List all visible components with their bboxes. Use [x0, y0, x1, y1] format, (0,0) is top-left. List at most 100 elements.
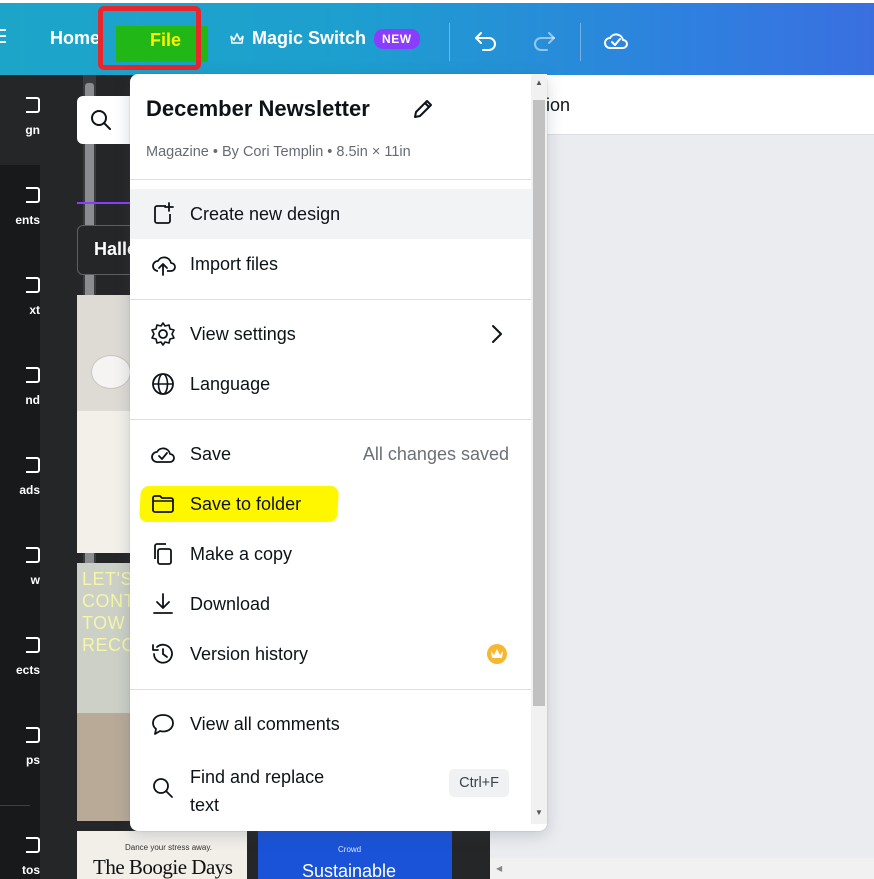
cloud-check-icon — [151, 447, 175, 463]
design-title[interactable]: December Newsletter — [146, 96, 370, 122]
copy-icon — [154, 543, 172, 565]
divider — [0, 805, 30, 806]
menu-item-label: Find and replace text — [190, 763, 324, 819]
divider — [130, 689, 531, 690]
thumbnail-image — [77, 713, 137, 821]
home-button[interactable]: Home — [50, 28, 100, 49]
canvas-toolbar: tion — [490, 75, 874, 135]
template-thumbnail[interactable]: LET'S CONT TOW RECO — [77, 563, 137, 821]
scrollbar-thumb[interactable] — [533, 100, 545, 706]
menu-item-label: Import files — [190, 254, 279, 274]
layout-icon — [26, 97, 40, 113]
thumbnail-text: Dance your stress away. — [125, 843, 212, 852]
rail-item-apps[interactable]: ps — [0, 727, 40, 767]
pen-icon — [26, 547, 40, 563]
chevron-right-icon — [492, 325, 502, 343]
thumbnail-image — [77, 295, 137, 411]
thumbnail-text: Crowd — [338, 845, 362, 854]
active-tab-indicator — [77, 202, 137, 204]
menu-item-label: Create new design — [190, 204, 341, 224]
new-badge: NEW — [374, 28, 420, 49]
menu-item-view-all-comments[interactable]: View all comments — [130, 699, 531, 749]
premium-crown-icon — [487, 644, 507, 664]
cloud-saved-icon[interactable] — [602, 27, 630, 55]
save-status: All changes saved — [362, 444, 509, 464]
download-icon — [153, 593, 173, 614]
keyboard-shortcut: Ctrl+F — [449, 769, 509, 797]
apps-icon — [26, 727, 40, 743]
menu-item-label: View settings — [190, 324, 296, 344]
label-line: text — [190, 795, 220, 815]
undo-icon[interactable] — [472, 27, 500, 55]
canvas-horizontal-scrollbar[interactable]: ◀ — [490, 858, 874, 879]
rail-item-projects[interactable]: ects — [0, 637, 40, 677]
redo-icon[interactable] — [530, 27, 558, 55]
rail-label: w — [30, 573, 40, 587]
menu-item-download[interactable]: Download — [130, 579, 531, 629]
thumbnail-title: The Boogie Days — [93, 855, 233, 879]
scroll-up-arrow-icon[interactable]: ▲ — [535, 78, 543, 87]
rail-item-uploads[interactable]: ads — [0, 457, 40, 497]
search-icon — [91, 110, 111, 130]
history-icon — [152, 643, 173, 664]
filter-chip[interactable]: Hallo — [77, 225, 137, 275]
menu-item-make-a-copy[interactable]: Make a copy — [130, 529, 531, 579]
menu-item-version-history[interactable]: Version history — [130, 629, 531, 679]
upload-icon — [26, 457, 40, 473]
design-meta: Magazine • By Cori Templin • 8.5in × 11i… — [146, 144, 411, 160]
divider — [449, 23, 450, 61]
rail-item-draw[interactable]: w — [0, 547, 40, 587]
rail-label: gn — [25, 123, 40, 137]
file-annotation-box — [98, 6, 201, 70]
template-search-input[interactable] — [77, 96, 137, 144]
pencil-icon[interactable] — [410, 96, 436, 122]
rail-label: ps — [25, 753, 40, 767]
menu-item-label: View all comments — [190, 714, 340, 734]
menu-icon[interactable] — [0, 29, 6, 47]
menu-item-create-new-design[interactable]: Create new design — [130, 189, 531, 239]
magic-switch-label: Magic Switch — [252, 28, 367, 48]
divider — [130, 299, 531, 300]
menu-item-view-settings[interactable]: View settings — [130, 309, 531, 359]
menu-item-label: Version history — [190, 644, 309, 664]
photo-icon — [26, 837, 40, 853]
add-page-icon — [154, 202, 174, 224]
menu-item-save[interactable]: Save All changes saved — [130, 429, 531, 479]
magic-switch-button[interactable]: Magic Switch NEW — [230, 28, 420, 49]
thumbnail-title: Sustainable — [302, 861, 397, 879]
rail-label: xt — [29, 303, 40, 317]
menu-item-label: Make a copy — [190, 544, 293, 564]
template-thumbnail[interactable] — [77, 295, 137, 553]
rail-item-photos[interactable]: tos — [0, 837, 40, 877]
rail-item-text[interactable]: xt — [0, 277, 40, 317]
menu-item-save-to-folder[interactable]: Save to folder — [130, 479, 531, 529]
divider — [130, 419, 531, 420]
menu-item-find-and-replace[interactable]: Find and replace text Ctrl+F — [130, 759, 531, 819]
cloud-upload-icon — [152, 256, 176, 276]
thumbnail-object — [91, 355, 131, 389]
divider — [580, 23, 581, 61]
rail-label: tos — [22, 863, 40, 877]
menu-item-language[interactable]: Language — [130, 359, 531, 409]
template-thumbnail[interactable]: Crowd Sustainable — [258, 831, 452, 879]
menu-scrollbar[interactable]: ▲ ▼ — [531, 74, 547, 824]
scroll-down-arrow-icon[interactable]: ▼ — [535, 808, 543, 817]
rail-label: ents — [15, 213, 40, 227]
gear-icon — [151, 322, 175, 346]
template-thumbnail[interactable]: Dance your stress away. The Boogie Days — [77, 831, 247, 879]
menu-item-label: Save — [190, 444, 232, 464]
rail-label: nd — [25, 393, 40, 407]
menu-item-label: Save to folder — [190, 494, 302, 514]
top-bar: Home File Magic Switch NEW — [0, 0, 874, 75]
text-icon — [26, 277, 40, 293]
rail-item-elements[interactable]: ents — [0, 187, 40, 227]
divider — [130, 179, 531, 180]
rail-item-brand[interactable]: nd — [0, 367, 40, 407]
search-icon — [153, 778, 173, 798]
menu-item-label: Language — [190, 374, 271, 394]
menu-item-import-files[interactable]: Import files — [130, 239, 531, 289]
brand-icon — [26, 367, 40, 383]
rail-label: ects — [15, 663, 40, 677]
rail-item-design[interactable]: gn — [0, 97, 40, 137]
left-rail: gn ents xt nd ads w ects ps tos — [0, 75, 40, 879]
